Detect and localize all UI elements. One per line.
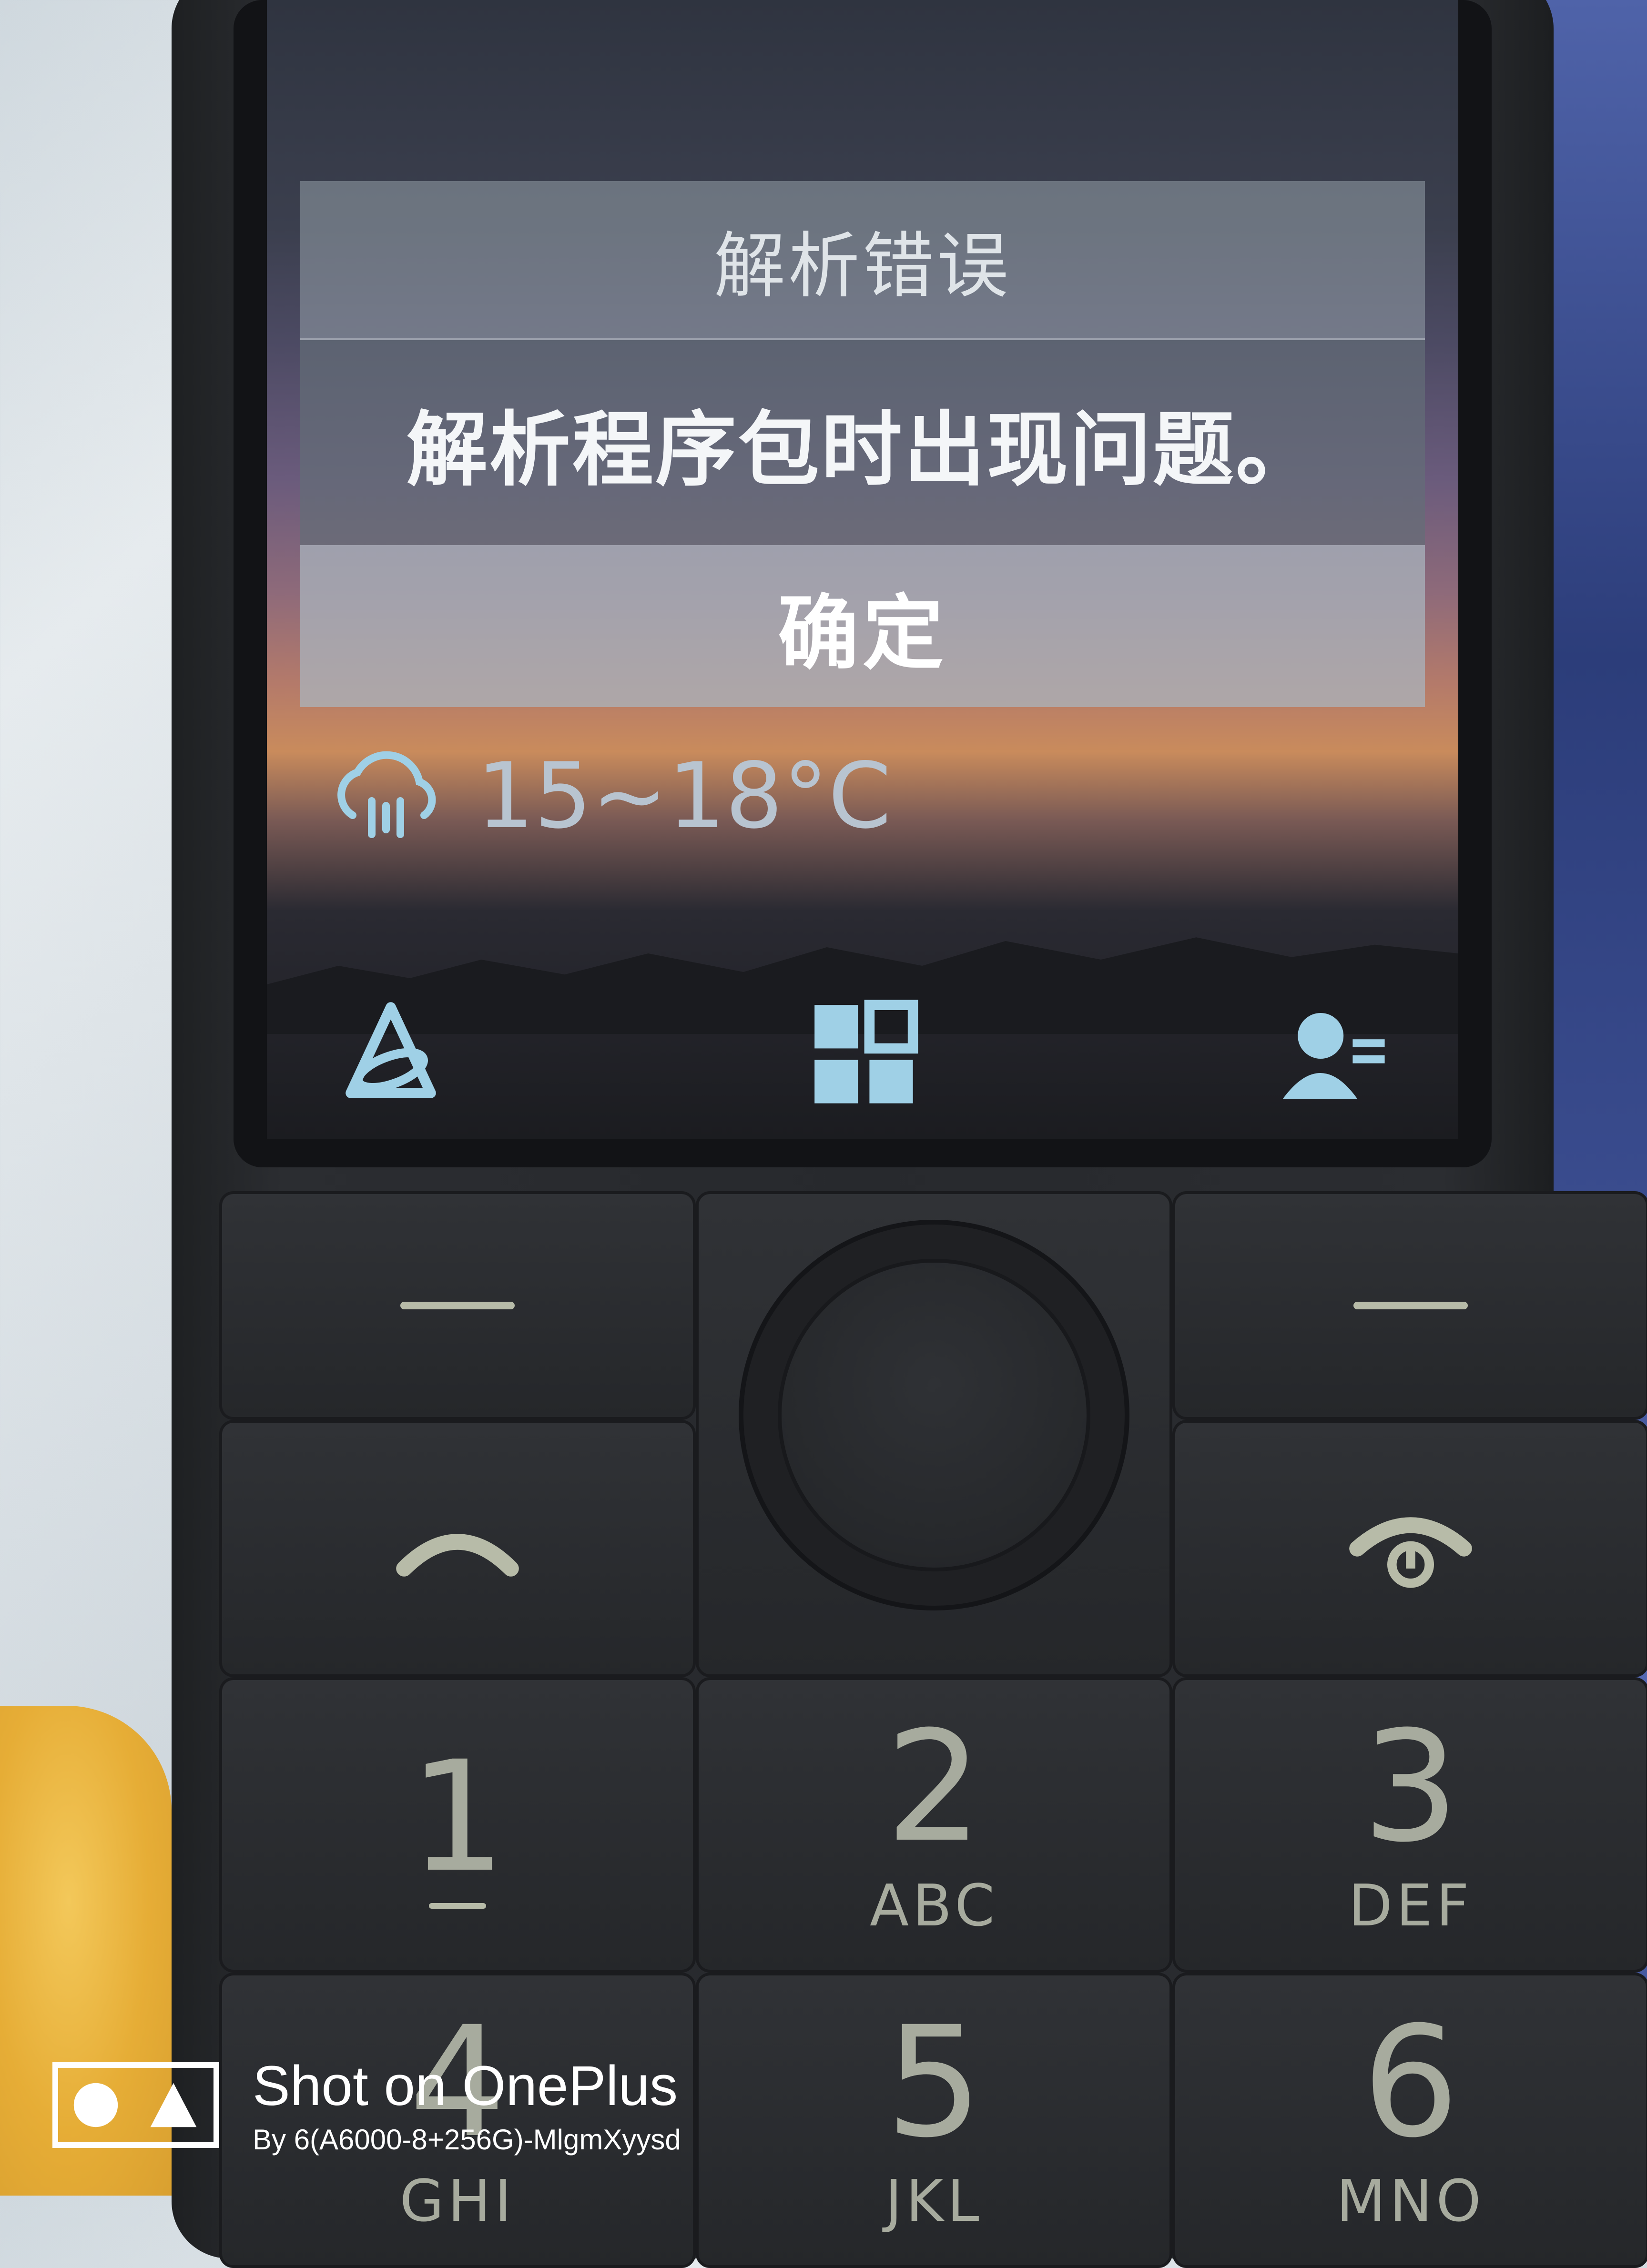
key-2[interactable]: 2 ABC — [696, 1677, 1172, 1973]
end-call-power-icon — [1349, 1517, 1472, 1588]
key-6[interactable]: 6 MNO — [1172, 1973, 1647, 2268]
watermark-title: Shot on OnePlus — [253, 2055, 678, 2117]
triangle-shape-icon — [150, 2083, 197, 2127]
app-grid-icon[interactable] — [805, 996, 920, 1110]
call-key[interactable] — [219, 1420, 696, 1677]
weather-widget[interactable]: 15~18°C — [324, 743, 891, 849]
right-soft-key[interactable] — [1172, 1191, 1647, 1420]
key-digit: 5 — [885, 1994, 983, 2171]
phone-screen: 解析错误 解析程序包时出现问题。 确定 15~18°C — [267, 0, 1458, 1139]
camera-watermark: Shot on OnePlus By 6(A6000-8+256G)-MlgmX… — [52, 2054, 681, 2156]
contacts-icon[interactable] — [1277, 996, 1392, 1110]
dialog-message: 解析程序包时出现问题。 — [300, 340, 1425, 545]
call-icon — [396, 1534, 519, 1577]
center-select-key[interactable] — [778, 1259, 1090, 1571]
cloud-rain-icon — [337, 751, 436, 838]
key-letters: ABC — [869, 1873, 999, 1939]
watermark-subtitle: By 6(A6000-8+256G)-MlgmXyysd — [253, 2124, 681, 2156]
key-letters: DEF — [1348, 1873, 1473, 1939]
key-digit: 6 — [1362, 1994, 1459, 2171]
parse-error-dialog: 解析错误 解析程序包时出现问题。 确定 — [300, 181, 1425, 707]
screen-bezel: 解析错误 解析程序包时出现问题。 确定 15~18°C — [234, 0, 1492, 1167]
key-3[interactable]: 3 DEF — [1172, 1677, 1647, 1973]
soft-key-dash-icon — [1353, 1302, 1468, 1309]
soft-key-dash-icon — [400, 1302, 515, 1309]
voicemail-dash-icon — [429, 1903, 486, 1909]
nav-dpad[interactable] — [739, 1220, 1129, 1610]
circle-shape-icon — [73, 2083, 118, 2127]
temperature-label: 15~18°C — [477, 743, 892, 849]
watermark-text: Shot on OnePlus By 6(A6000-8+256G)-MlgmX… — [253, 2054, 681, 2156]
feature-phone: 解析错误 解析程序包时出现问题。 确定 15~18°C 1 2 ABC 3 DE… — [172, 0, 1647, 2268]
key-digit: 2 — [885, 1698, 983, 1876]
oneplus-shot-logo-icon — [52, 2062, 219, 2148]
key-letters: GHI — [399, 2168, 516, 2235]
key-digit: 1 — [409, 1729, 506, 1906]
left-soft-key[interactable] — [219, 1191, 696, 1420]
ok-button[interactable]: 确定 — [300, 545, 1425, 707]
home-bottom-bar — [267, 967, 1458, 1139]
end-power-key[interactable] — [1172, 1420, 1647, 1677]
browser-app-icon[interactable] — [334, 996, 448, 1110]
key-digit: 3 — [1362, 1698, 1459, 1876]
key-letters: MNO — [1336, 2168, 1485, 2235]
keypad: 1 2 ABC 3 DEF 4 GHI 5 JKL 6 MNO — [219, 1191, 1647, 2268]
key-5[interactable]: 5 JKL — [696, 1973, 1172, 2268]
key-letters: JKL — [885, 2168, 983, 2235]
dialog-title: 解析错误 — [300, 181, 1425, 340]
key-1[interactable]: 1 — [219, 1677, 696, 1973]
